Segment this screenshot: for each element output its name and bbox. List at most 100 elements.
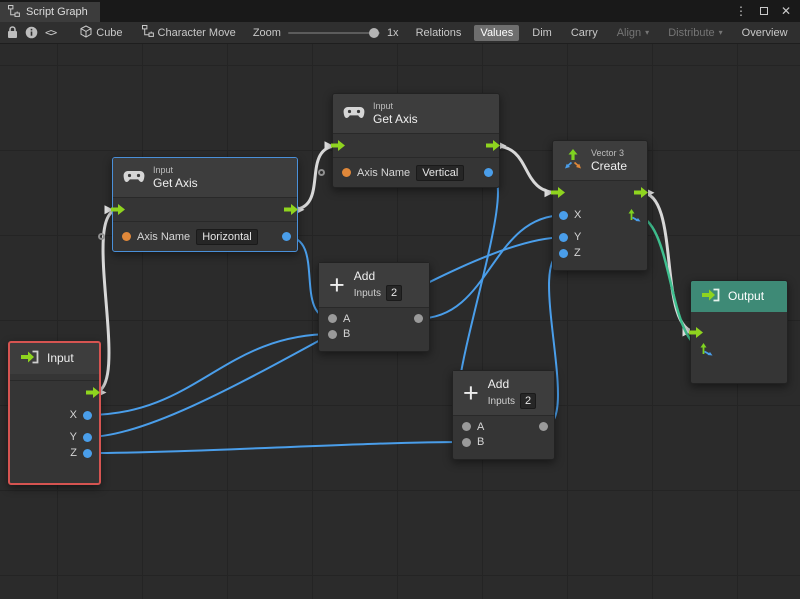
node-graph-output[interactable]: Output <box>690 280 788 384</box>
titlebar: Script Graph ⋮ ✕ <box>0 0 800 22</box>
target-object-label: Cube <box>96 27 122 39</box>
flow-out-port[interactable] <box>634 187 649 198</box>
value-in-port-x[interactable] <box>559 211 568 220</box>
chevron-down-icon: ▾ <box>719 28 723 37</box>
node-category: Input <box>373 101 418 112</box>
axis-name-field[interactable]: Horizontal <box>196 229 258 245</box>
zoom-label: Zoom <box>253 27 281 39</box>
node-title: Add <box>354 269 402 283</box>
chevron-down-icon: ▾ <box>645 28 649 37</box>
tab-title: Script Graph <box>26 6 88 18</box>
string-port[interactable] <box>122 232 131 241</box>
flow-in-port[interactable] <box>111 204 126 215</box>
inputs-count-field[interactable]: 2 <box>386 285 402 301</box>
plus-icon: + <box>329 274 345 296</box>
output-icon <box>701 288 720 305</box>
lock-icon[interactable] <box>7 26 18 39</box>
node-category: Input <box>153 165 198 176</box>
port-label: X <box>574 209 581 221</box>
node-header: Input <box>10 343 99 374</box>
unconnected-port[interactable] <box>318 169 325 176</box>
value-out-port-y[interactable] <box>83 433 92 442</box>
zoom-value: 1x <box>387 27 399 39</box>
input-icon <box>20 350 39 367</box>
flow-in-port[interactable] <box>331 140 346 151</box>
flow-out-port[interactable] <box>86 387 101 398</box>
node-get-axis-vertical[interactable]: Input Get Axis Axis Name Vertical <box>332 93 500 188</box>
value-out-port[interactable] <box>484 168 493 177</box>
port-label: A <box>477 421 484 433</box>
node-header: Input Get Axis <box>113 158 297 197</box>
port-label: X <box>70 409 77 421</box>
kebab-menu-icon[interactable]: ⋮ <box>735 5 747 17</box>
graph-canvas[interactable]: Input Get Axis Axis Name Vertical <box>0 44 800 599</box>
string-port[interactable] <box>342 168 351 177</box>
value-in-port-y[interactable] <box>559 233 568 242</box>
node-category: Vector 3 <box>591 148 627 159</box>
port-label: Z <box>574 247 581 259</box>
values-button[interactable]: Values <box>474 25 519 41</box>
graph-name-label: Character Move <box>158 27 236 39</box>
node-title: Output <box>728 289 764 303</box>
value-in-port-b[interactable] <box>462 438 471 447</box>
inputs-label: Inputs <box>354 288 381 299</box>
flow-in-port[interactable] <box>689 327 704 338</box>
vector-out-port[interactable] <box>628 209 641 222</box>
sum-out-port[interactable] <box>539 422 548 431</box>
carry-button[interactable]: Carry <box>565 25 604 41</box>
zoom-slider[interactable] <box>288 32 380 34</box>
zoom-group: Zoom 1x <box>253 27 399 39</box>
flow-out-port[interactable] <box>284 204 299 215</box>
node-graph-input[interactable]: Input X Y Z <box>8 341 101 485</box>
target-object-button[interactable]: Cube <box>74 23 128 43</box>
node-add-1[interactable]: + Add Inputs 2 A B <box>318 262 430 352</box>
port-label: B <box>477 436 484 448</box>
value-out-port-z[interactable] <box>83 449 92 458</box>
value-in-port-z[interactable] <box>559 249 568 258</box>
port-label: Y <box>70 431 77 443</box>
plus-icon: + <box>463 382 479 404</box>
close-icon[interactable]: ✕ <box>781 5 791 17</box>
node-add-2[interactable]: + Add Inputs 2 A B <box>452 370 555 460</box>
node-header: Vector 3 Create <box>553 141 647 180</box>
flow-in-port[interactable] <box>551 187 566 198</box>
node-get-axis-horizontal[interactable]: Input Get Axis Axis Name Horizontal <box>112 157 298 252</box>
port-label: Y <box>574 231 581 243</box>
align-label: Align <box>617 27 641 39</box>
port-label: A <box>343 313 350 325</box>
port-label: Z <box>70 447 77 459</box>
vector-in-port[interactable] <box>700 343 713 356</box>
flow-out-port[interactable] <box>486 140 501 151</box>
node-header: Output <box>691 281 787 312</box>
overview-button[interactable]: Overview <box>736 25 794 41</box>
value-in-port-a[interactable] <box>328 314 337 323</box>
value-in-port-a[interactable] <box>462 422 471 431</box>
code-icon[interactable]: <> <box>45 26 56 39</box>
distribute-button[interactable]: Distribute ▾ <box>662 25 728 41</box>
value-out-port-x[interactable] <box>83 411 92 420</box>
inputs-label: Inputs <box>488 396 515 407</box>
align-button[interactable]: Align ▾ <box>611 25 655 41</box>
value-in-port-b[interactable] <box>328 330 337 339</box>
distribute-label: Distribute <box>668 27 714 39</box>
node-title: Get Axis <box>373 112 418 126</box>
sum-out-port[interactable] <box>414 314 423 323</box>
maximize-icon[interactable] <box>760 5 768 17</box>
window-controls: ⋮ ✕ <box>735 5 800 17</box>
vector3-icon <box>563 149 583 172</box>
param-label: Axis Name <box>357 167 410 179</box>
dim-button[interactable]: Dim <box>526 25 558 41</box>
zoom-slider-handle[interactable] <box>369 28 379 38</box>
cube-icon <box>80 25 92 41</box>
graph-file-icon <box>142 25 154 40</box>
inputs-count-field[interactable]: 2 <box>520 393 536 409</box>
relations-button[interactable]: Relations <box>410 25 468 41</box>
node-vector3-create[interactable]: Vector 3 Create X Y Z <box>552 140 648 271</box>
node-header: + Add Inputs 2 <box>319 263 429 307</box>
unconnected-port[interactable] <box>98 233 105 240</box>
info-icon[interactable] <box>25 26 38 39</box>
graph-name-button[interactable]: Character Move <box>136 23 242 42</box>
tab-script-graph[interactable]: Script Graph <box>0 2 100 22</box>
value-out-port[interactable] <box>282 232 291 241</box>
axis-name-field[interactable]: Vertical <box>416 165 464 181</box>
